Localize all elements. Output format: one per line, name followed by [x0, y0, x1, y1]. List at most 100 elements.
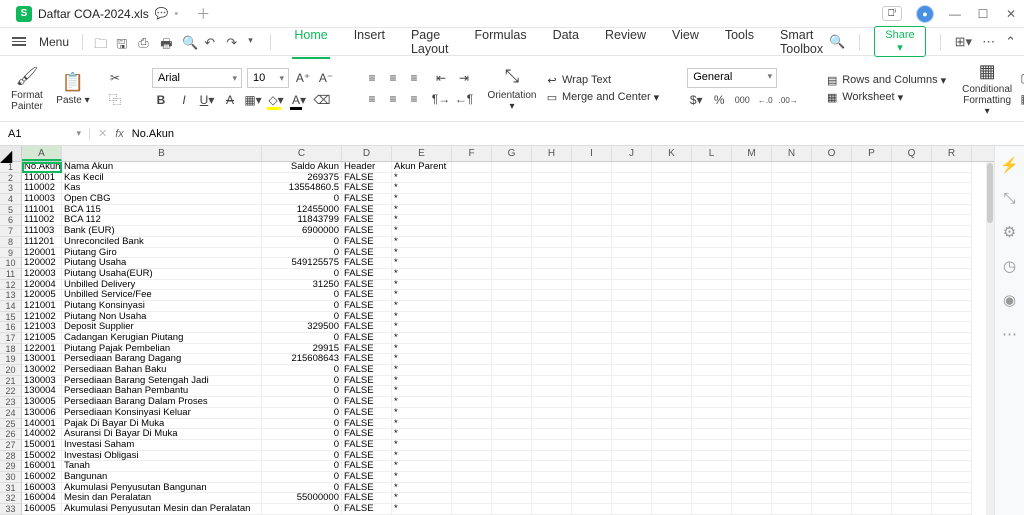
cell[interactable] [692, 237, 732, 248]
cell[interactable] [492, 290, 532, 301]
cell[interactable]: * [392, 183, 452, 194]
cell[interactable]: 0 [262, 504, 342, 515]
cell[interactable]: FALSE [342, 376, 392, 387]
file-tab[interactable]: S Daftar COA-2024.xls 💬 • [6, 4, 188, 24]
cell[interactable] [812, 301, 852, 312]
cell[interactable] [652, 258, 692, 269]
increase-indent-icon[interactable]: ⇥ [455, 69, 473, 87]
cell[interactable] [612, 258, 652, 269]
cell[interactable]: 111001 [22, 205, 62, 216]
cell[interactable] [452, 386, 492, 397]
row-header[interactable]: 14 [0, 301, 21, 312]
cell[interactable] [732, 183, 772, 194]
cell[interactable]: 0 [262, 440, 342, 451]
cell[interactable] [452, 269, 492, 280]
cell[interactable]: 329500 [262, 322, 342, 333]
cell[interactable]: Persediaan Barang Dalam Proses [62, 397, 262, 408]
cell[interactable] [852, 205, 892, 216]
cell[interactable] [612, 322, 652, 333]
number-format-select[interactable]: General [687, 68, 777, 88]
cell[interactable]: 120003 [22, 269, 62, 280]
cell[interactable] [572, 301, 612, 312]
rows-columns-button[interactable]: ▤Rows and Columns ▾ [825, 73, 946, 87]
cell[interactable]: 110001 [22, 173, 62, 184]
cell[interactable] [732, 312, 772, 323]
cell[interactable] [732, 258, 772, 269]
cell[interactable] [612, 451, 652, 462]
tab-tools[interactable]: Tools [723, 25, 756, 59]
cell[interactable] [612, 290, 652, 301]
cell[interactable] [612, 429, 652, 440]
cell[interactable] [692, 386, 732, 397]
cell[interactable] [692, 205, 732, 216]
cell[interactable]: FALSE [342, 483, 392, 494]
cell[interactable]: * [392, 429, 452, 440]
cell[interactable] [452, 461, 492, 472]
cell[interactable] [692, 290, 732, 301]
cell[interactable] [612, 408, 652, 419]
more-icon[interactable]: ⋯ [982, 34, 995, 50]
cell[interactable]: * [392, 344, 452, 355]
cell[interactable] [452, 301, 492, 312]
cell[interactable] [812, 280, 852, 291]
cell[interactable] [852, 290, 892, 301]
tab-page-layout[interactable]: Page Layout [409, 25, 451, 59]
cell[interactable] [772, 440, 812, 451]
cell[interactable] [652, 386, 692, 397]
cell[interactable]: FALSE [342, 504, 392, 515]
align-left-icon[interactable]: ≡ [363, 90, 381, 108]
cell[interactable] [852, 215, 892, 226]
cell[interactable] [652, 483, 692, 494]
cell[interactable] [812, 162, 852, 173]
cell[interactable] [772, 248, 812, 259]
cell[interactable] [732, 344, 772, 355]
cell[interactable] [652, 429, 692, 440]
cell[interactable] [772, 354, 812, 365]
cell[interactable] [532, 344, 572, 355]
cell[interactable] [732, 333, 772, 344]
tab-formulas[interactable]: Formulas [472, 25, 528, 59]
save-icon[interactable]: 🖫 [116, 35, 130, 49]
cell[interactable] [612, 386, 652, 397]
cell[interactable] [492, 280, 532, 291]
cell[interactable]: 160002 [22, 472, 62, 483]
cell[interactable]: FALSE [342, 312, 392, 323]
cell[interactable] [452, 376, 492, 387]
cell[interactable] [732, 365, 772, 376]
cell[interactable]: 121003 [22, 322, 62, 333]
cell[interactable]: * [392, 386, 452, 397]
cell[interactable] [852, 226, 892, 237]
cell[interactable] [572, 258, 612, 269]
row-header[interactable]: 22 [0, 386, 21, 397]
cell[interactable] [732, 440, 772, 451]
row-header[interactable]: 20 [0, 365, 21, 376]
cell[interactable] [452, 344, 492, 355]
cell[interactable]: FALSE [342, 354, 392, 365]
align-bottom-icon[interactable]: ≡ [405, 69, 423, 87]
cell[interactable] [852, 280, 892, 291]
cell[interactable] [452, 215, 492, 226]
cell[interactable] [892, 504, 932, 515]
cell[interactable] [492, 419, 532, 430]
currency-icon[interactable]: $▾ [687, 91, 705, 109]
cell[interactable]: Persediaan Konsinyasi Keluar [62, 408, 262, 419]
cell[interactable] [452, 312, 492, 323]
cell[interactable]: FALSE [342, 397, 392, 408]
cell[interactable] [932, 162, 972, 173]
cell[interactable] [652, 162, 692, 173]
cell[interactable] [932, 301, 972, 312]
cell[interactable] [772, 429, 812, 440]
column-header[interactable]: E [392, 146, 452, 161]
cell[interactable] [652, 493, 692, 504]
cell[interactable] [852, 312, 892, 323]
cell[interactable] [812, 440, 852, 451]
cell[interactable] [572, 269, 612, 280]
cell[interactable] [692, 451, 732, 462]
cell[interactable]: 0 [262, 472, 342, 483]
cell[interactable] [452, 408, 492, 419]
select-all-corner[interactable]: ◢ [0, 146, 21, 162]
cell[interactable] [772, 183, 812, 194]
cell[interactable]: Unbilled Service/Fee [62, 290, 262, 301]
cell[interactable]: Kas Kecil [62, 173, 262, 184]
cell[interactable] [772, 237, 812, 248]
